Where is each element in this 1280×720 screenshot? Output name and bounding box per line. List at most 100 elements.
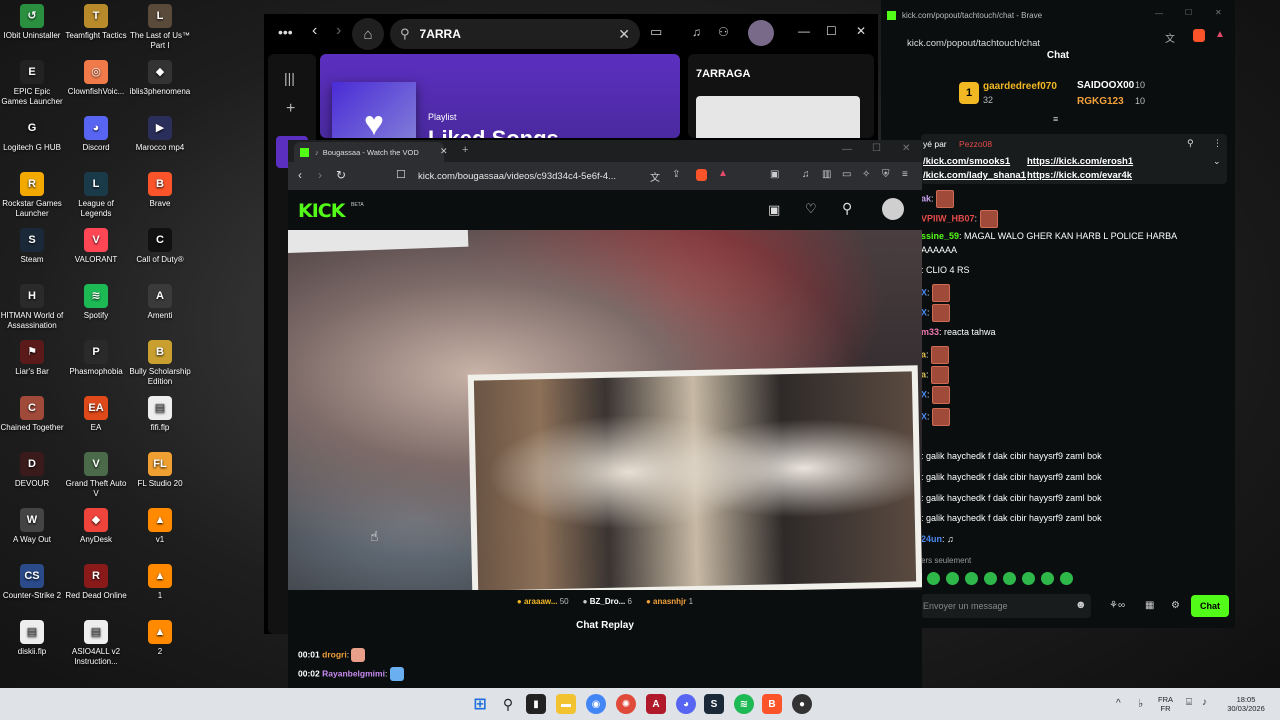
tab-close-icon[interactable]: ✕	[440, 146, 448, 157]
send-chat-button[interactable]: Chat	[1191, 595, 1229, 617]
brave-shields-icon[interactable]	[696, 169, 707, 181]
bookmark-icon[interactable]: ☐	[396, 168, 406, 181]
desktop-icon[interactable]: ◎ ClownfishVoic...	[64, 60, 128, 97]
desktop-icon[interactable]: ▲ 2	[128, 620, 192, 657]
gift-icon[interactable]: ⚘∞	[1109, 600, 1125, 611]
start-icon[interactable]: ⊞	[470, 694, 490, 714]
wallet-icon[interactable]: ▭	[842, 169, 851, 180]
minimize-icon[interactable]: —	[798, 24, 810, 38]
emote-icon[interactable]	[1041, 572, 1054, 585]
menu-icon[interactable]: ≡	[902, 169, 908, 180]
desktop-icon[interactable]: S Steam	[0, 228, 64, 265]
more-icon[interactable]: ⋮	[1213, 138, 1222, 149]
following-icon[interactable]: ▣	[768, 202, 780, 218]
desktop-icon[interactable]: H HITMAN World of Assassination	[0, 284, 64, 331]
video-player[interactable]: ☝	[288, 230, 922, 590]
desktop-icon[interactable]: L League of Legends	[64, 172, 128, 219]
desktop-icon[interactable]: P Phasmophobia	[64, 340, 128, 377]
search-icon[interactable]: ⚲	[842, 200, 852, 217]
top-gifter-name[interactable]: gaardedreef070	[983, 81, 1057, 92]
reload-icon[interactable]: ↻	[336, 168, 346, 182]
emote-icon[interactable]	[1022, 572, 1035, 585]
third-gifter-name[interactable]: RGKG123	[1077, 96, 1124, 107]
clock[interactable]: 18:05 30/03/2026	[1218, 695, 1274, 713]
chevron-up-icon[interactable]: ^	[1116, 698, 1121, 709]
chevron-down-icon[interactable]: ⌄	[1213, 156, 1221, 167]
pinned-link[interactable]: https://kick.com/evar4k	[1027, 170, 1132, 181]
forward-icon[interactable]: ›	[336, 22, 341, 40]
minimize-icon[interactable]: —	[842, 144, 852, 155]
desktop-icon[interactable]: ◕ Discord	[64, 116, 128, 153]
emote-icon[interactable]	[984, 572, 997, 585]
app-icon[interactable]: A	[646, 694, 666, 714]
desktop-icon[interactable]: G Logitech G HUB	[0, 116, 64, 153]
back-icon[interactable]: ‹	[312, 22, 317, 40]
desktop-icon[interactable]: E EPIC Epic Games Launcher	[0, 60, 64, 107]
app-icon[interactable]: ✺	[616, 694, 636, 714]
bell-icon[interactable]: ♫	[692, 25, 701, 39]
desktop-icon[interactable]: ▲ v1	[128, 508, 192, 545]
steam-icon[interactable]: S	[704, 694, 724, 714]
translate-icon[interactable]: 文	[650, 169, 660, 184]
maximize-icon[interactable]: ☐	[872, 143, 881, 154]
close-icon[interactable]: ✕	[1215, 8, 1222, 17]
brave-rewards-icon[interactable]: ▲	[718, 168, 728, 179]
desktop-icon[interactable]: A Amenti	[128, 284, 192, 321]
library-icon[interactable]: |||	[284, 70, 295, 86]
desktop-icon[interactable]: R Rockstar Games Launcher	[0, 172, 64, 219]
desktop-icon[interactable]: R Red Dead Online	[64, 564, 128, 601]
screenshot-icon[interactable]: ▣	[770, 169, 779, 180]
minimize-icon[interactable]: —	[1155, 9, 1163, 18]
volume-icon[interactable]: ♪	[1202, 697, 1207, 708]
search-icon[interactable]: ⚲	[498, 694, 518, 714]
new-tab-icon[interactable]: +	[462, 144, 468, 156]
home-icon[interactable]: ⌂	[352, 18, 384, 50]
desktop-icon[interactable]: EA EA	[64, 396, 128, 433]
discord-icon[interactable]: ◕	[676, 694, 696, 714]
spotify-icon[interactable]: ≋	[734, 694, 754, 714]
pinned-user[interactable]: Pezzo08	[959, 139, 992, 149]
desktop-icon[interactable]: T Teamfight Tactics	[64, 4, 128, 41]
liked-songs-banner[interactable]: ♥ Playlist Liked Songs	[320, 54, 680, 138]
chrome-icon[interactable]: ◉	[586, 694, 606, 714]
back-icon[interactable]: ‹	[298, 168, 302, 182]
avatar[interactable]	[748, 20, 774, 46]
search-input[interactable]: 7ARRA	[420, 27, 619, 41]
maximize-icon[interactable]: ☐	[1185, 8, 1192, 17]
desktop-icon[interactable]: ⚑ Liar's Bar	[0, 340, 64, 377]
kick-logo[interactable]: KICK	[298, 200, 345, 222]
desktop-icon[interactable]: W A Way Out	[0, 508, 64, 545]
emote-icon[interactable]	[927, 572, 940, 585]
translate-icon[interactable]: 文	[1165, 30, 1175, 45]
desktop-icon[interactable]: ▤ fifi.flp	[128, 396, 192, 433]
desktop-icon[interactable]: V VALORANT	[64, 228, 128, 265]
store-icon[interactable]: ▦	[1145, 600, 1154, 611]
more-icon[interactable]: •••	[278, 24, 293, 40]
artist-card[interactable]: 7ARRAGA	[688, 54, 874, 138]
desktop-icon[interactable]: ▲ 1	[128, 564, 192, 601]
desktop-icon[interactable]: ↺ IObit Uninstaller	[0, 4, 64, 41]
microphone-icon[interactable]: ♭	[1138, 697, 1143, 710]
language-indicator[interactable]: FRA FR	[1158, 695, 1173, 713]
desktop-icon[interactable]: ▤ ASIO4ALL v2 Instruction...	[64, 620, 128, 667]
emoji-icon[interactable]: ☻	[1075, 599, 1087, 611]
clear-icon[interactable]: ✕	[618, 26, 630, 43]
brave-shields-icon[interactable]	[1193, 29, 1205, 42]
close-icon[interactable]: ✕	[902, 143, 910, 154]
vpn-icon[interactable]: ⛨	[882, 169, 890, 180]
pinned-link[interactable]: /kick.com/lady_shana1	[923, 170, 1026, 181]
pin-icon[interactable]: ⚲	[1187, 138, 1194, 149]
browse-icon[interactable]: ▭	[650, 24, 662, 40]
desktop-icon[interactable]: C Chained Together	[0, 396, 64, 433]
forward-icon[interactable]: ›	[318, 168, 322, 182]
heart-icon[interactable]: ♡	[805, 201, 817, 217]
maximize-icon[interactable]: ☐	[826, 24, 837, 38]
leo-icon[interactable]: ✧	[862, 169, 870, 180]
desktop-icon[interactable]: B Brave	[128, 172, 192, 209]
settings-icon[interactable]: ⚙	[1171, 600, 1180, 611]
desktop-icon[interactable]: ◆ AnyDesk	[64, 508, 128, 545]
close-icon[interactable]: ✕	[856, 24, 866, 38]
second-gifter-name[interactable]: SAIDOOX00	[1077, 80, 1134, 91]
emote-icon[interactable]	[1060, 572, 1073, 585]
desktop-icon[interactable]: FL FL Studio 20	[128, 452, 192, 489]
